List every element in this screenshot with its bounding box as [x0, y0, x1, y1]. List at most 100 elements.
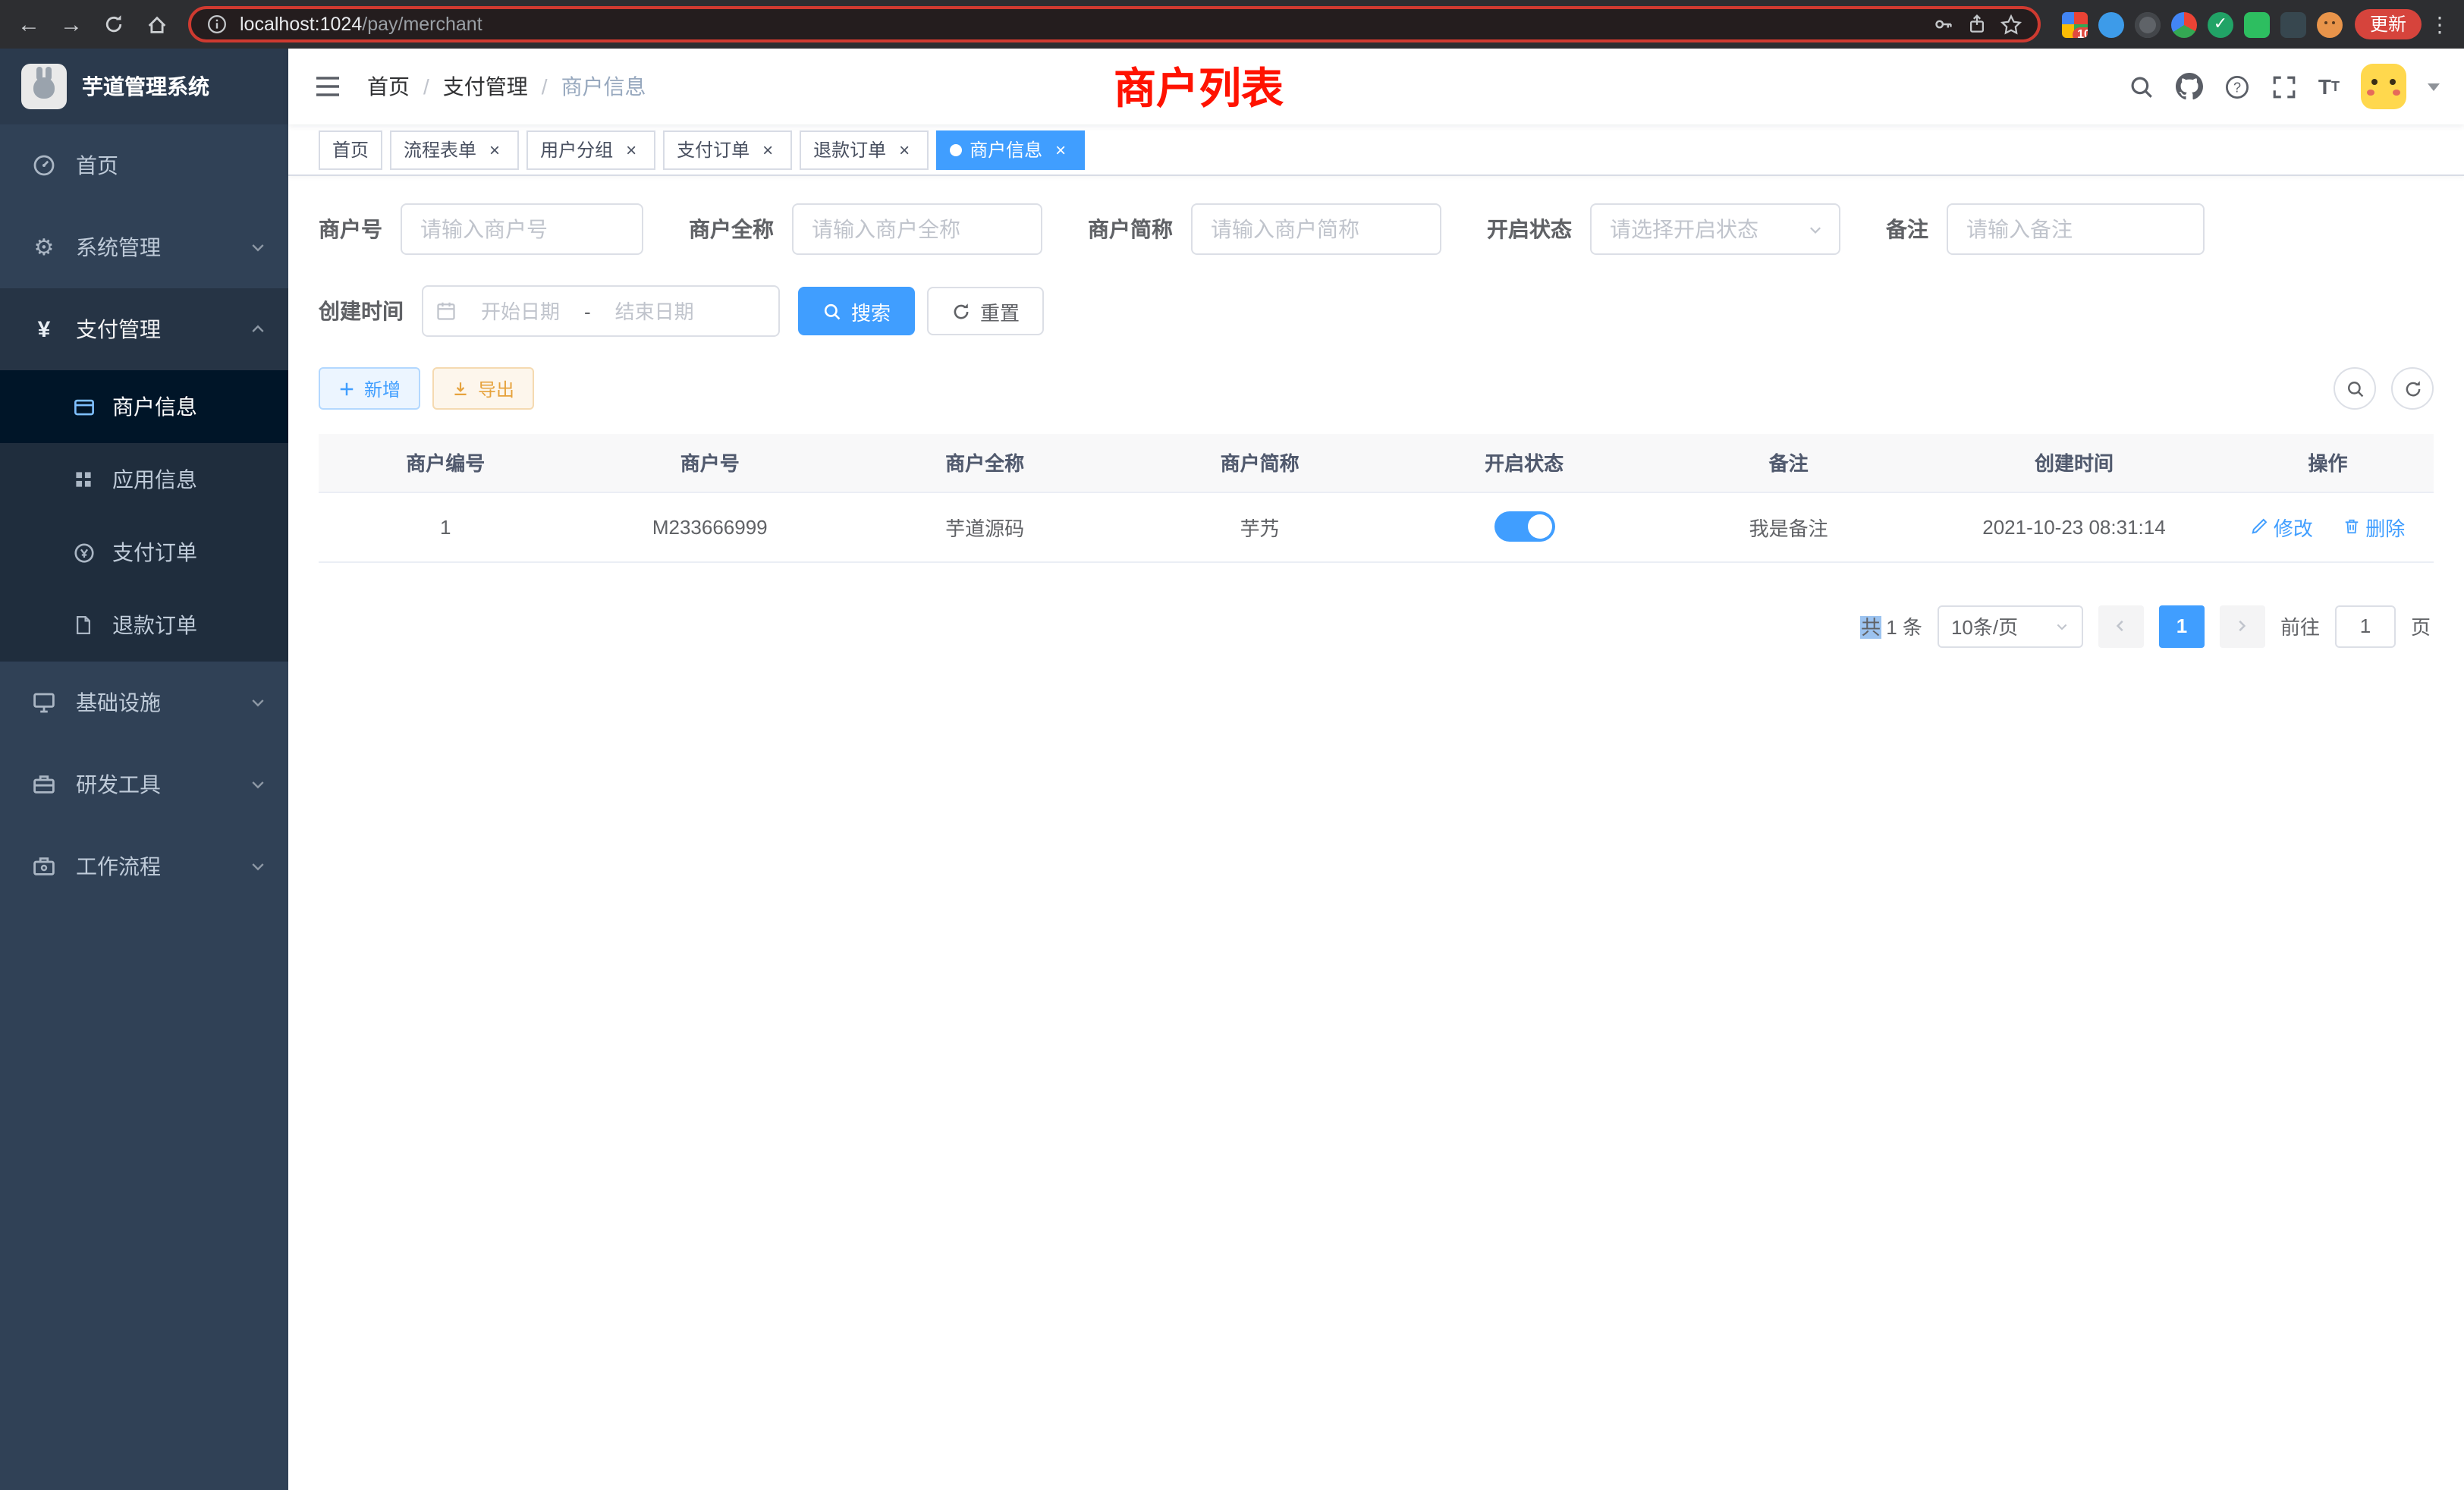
extension-icon[interactable] — [2098, 11, 2124, 37]
edit-link[interactable]: 修改 — [2251, 512, 2313, 541]
remark-input[interactable] — [1947, 203, 2205, 255]
close-icon[interactable]: × — [484, 139, 505, 160]
menu-fold-icon[interactable] — [313, 71, 343, 102]
tab-pay-order[interactable]: 支付订单× — [663, 130, 792, 169]
status-select[interactable]: 请选择开启状态 — [1590, 203, 1840, 255]
home-button[interactable] — [137, 5, 176, 44]
chevron-down-icon — [2054, 618, 2070, 633]
sidebar-item-payment[interactable]: ¥ 支付管理 — [0, 288, 288, 370]
breadcrumb-item-current: 商户信息 — [561, 71, 646, 102]
page-number-button[interactable]: 1 — [2159, 605, 2205, 647]
close-icon[interactable]: × — [621, 139, 642, 160]
delete-link[interactable]: 删除 — [2343, 512, 2405, 541]
page-size-value: 10条/页 — [1951, 611, 2018, 640]
tab-label: 退款订单 — [813, 137, 886, 162]
status-toggle[interactable] — [1494, 511, 1554, 542]
add-button[interactable]: 新增 — [319, 367, 420, 410]
extensions-icon[interactable]: 10 — [2062, 11, 2088, 37]
reset-button[interactable]: 重置 — [927, 287, 1044, 335]
extension-icon[interactable] — [2171, 11, 2197, 37]
extension-icon[interactable] — [2244, 11, 2270, 37]
pencil-icon — [2251, 517, 2269, 536]
tab-label: 用户分组 — [540, 137, 613, 162]
show-search-button[interactable] — [2334, 367, 2376, 410]
sidebar-item-workflow[interactable]: 工作流程 — [0, 825, 288, 907]
search-button[interactable]: 搜索 — [798, 287, 915, 335]
github-icon[interactable] — [2176, 73, 2203, 100]
sidebar-item-home[interactable]: 首页 — [0, 124, 288, 206]
profile-avatar[interactable] — [2317, 11, 2343, 37]
merchant-table: 商户编号 商户号 商户全称 商户简称 开启状态 备注 创建时间 操作 1 — [319, 434, 2434, 562]
app-root: 芋道管理系统 首页 ⚙ 系统管理 ¥ — [0, 49, 2464, 1490]
tab-label: 商户信息 — [970, 137, 1042, 162]
credit-card-icon — [70, 395, 97, 418]
tab-process-form[interactable]: 流程表单× — [390, 130, 519, 169]
forward-button[interactable]: → — [52, 5, 91, 44]
page-size-select[interactable]: 10条/页 — [1938, 605, 2083, 647]
tab-home[interactable]: 首页 — [319, 130, 382, 169]
edit-link-label: 修改 — [2274, 512, 2313, 541]
chrome-update-button[interactable]: 更新 — [2355, 9, 2422, 39]
table-header-cell: 商户号 — [573, 434, 847, 492]
filter-label: 商户全称 — [689, 214, 774, 244]
breadcrumb-item-home[interactable]: 首页 — [367, 71, 410, 102]
chevron-down-icon — [249, 238, 267, 256]
date-end-input[interactable] — [597, 300, 712, 322]
app-logo[interactable]: 芋道管理系统 — [0, 49, 288, 124]
sidebar-item-infrastructure[interactable]: 基础设施 — [0, 662, 288, 743]
browser-menu-kebab-icon[interactable]: ⋮ — [2425, 11, 2455, 37]
close-icon[interactable]: × — [757, 139, 778, 160]
sidebar-item-merchant-info[interactable]: 商户信息 — [0, 370, 288, 443]
address-bar[interactable]: localhost:1024/pay/merchant — [188, 6, 2041, 42]
sidebar-menu: 首页 ⚙ 系统管理 ¥ 支付管理 — [0, 124, 288, 1490]
close-icon[interactable]: × — [1050, 139, 1071, 160]
sidebar-item-system[interactable]: ⚙ 系统管理 — [0, 206, 288, 288]
active-dot — [950, 143, 962, 156]
sidebar-item-refund-order[interactable]: 退款订单 — [0, 589, 288, 662]
back-button[interactable]: ← — [9, 5, 49, 44]
date-start-input[interactable] — [463, 300, 578, 322]
short-name-input[interactable] — [1191, 203, 1441, 255]
sidebar-item-label: 商户信息 — [112, 391, 197, 422]
tab-user-group[interactable]: 用户分组 × — [526, 130, 655, 169]
font-size-icon[interactable]: TT — [2318, 74, 2340, 99]
next-page-button[interactable] — [2220, 605, 2265, 647]
help-icon[interactable]: ? — [2224, 74, 2250, 99]
avatar-caret-icon[interactable] — [2428, 83, 2440, 90]
sidebar-item-app-info[interactable]: 应用信息 — [0, 443, 288, 516]
prev-page-button[interactable] — [2098, 605, 2144, 647]
check-icon: ✓ — [2208, 11, 2233, 37]
sidebar-item-pay-order[interactable]: 支付订单 — [0, 516, 288, 589]
close-icon[interactable]: × — [894, 139, 915, 160]
extension-icon[interactable]: ✓ — [2208, 11, 2233, 37]
share-icon[interactable] — [1966, 14, 1988, 35]
site-info-icon[interactable] — [206, 14, 228, 35]
fullscreen-icon[interactable] — [2271, 74, 2297, 99]
search-icon[interactable] — [2129, 74, 2154, 99]
tab-refund-order[interactable]: 退款订单 × — [800, 130, 929, 169]
create-time-range-picker[interactable]: - — [422, 285, 780, 337]
bookmark-star-icon[interactable] — [2000, 13, 2022, 36]
extension-icon[interactable] — [2280, 11, 2306, 37]
page-unit-label: 页 — [2411, 611, 2431, 640]
reload-button[interactable] — [94, 5, 134, 44]
extension-icon[interactable] — [2135, 11, 2161, 37]
sidebar: 芋道管理系统 首页 ⚙ 系统管理 ¥ — [0, 49, 288, 1490]
full-name-input[interactable] — [792, 203, 1042, 255]
password-key-icon[interactable] — [1933, 14, 1954, 35]
merchant-no-input[interactable] — [401, 203, 643, 255]
refresh-icon — [2403, 379, 2422, 398]
sidebar-item-label: 基础设施 — [76, 687, 161, 718]
chevron-up-icon — [249, 320, 267, 338]
refresh-table-button[interactable] — [2391, 367, 2434, 410]
export-button[interactable]: 导出 — [432, 367, 534, 410]
delete-link-label: 删除 — [2365, 512, 2405, 541]
breadcrumb-item-payment[interactable]: 支付管理 — [443, 71, 528, 102]
goto-page-input[interactable] — [2335, 605, 2396, 647]
tab-merchant-info[interactable]: 商户信息 × — [936, 130, 1085, 169]
url-text[interactable]: localhost:1024/pay/merchant — [240, 14, 1921, 35]
sidebar-item-dev-tools[interactable]: 研发工具 — [0, 743, 288, 825]
user-avatar[interactable] — [2361, 64, 2406, 109]
export-button-label: 导出 — [478, 376, 514, 401]
avatar-eye — [2332, 20, 2335, 24]
